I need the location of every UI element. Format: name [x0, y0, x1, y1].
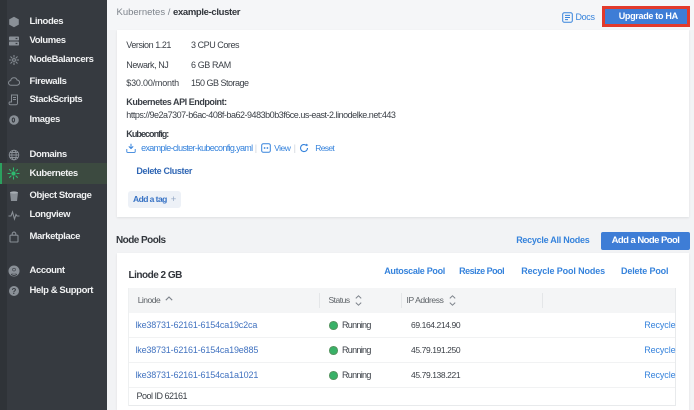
svg-text:?: ?: [12, 287, 17, 296]
